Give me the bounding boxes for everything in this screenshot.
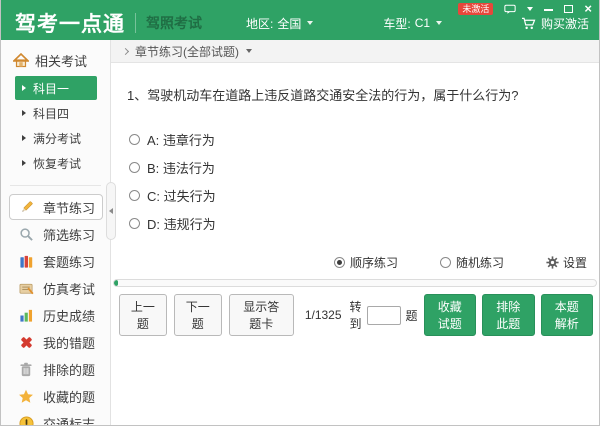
- analysis-button[interactable]: 本题解析: [540, 294, 593, 336]
- sidebar-item-full-score-exam[interactable]: 满分考试: [15, 126, 97, 150]
- bar-chart-icon: [18, 308, 34, 323]
- progress-bar: [113, 279, 597, 287]
- option-b-label: B: 违法行为: [147, 160, 215, 176]
- vehicle-value: C1: [414, 16, 431, 30]
- prev-question-button[interactable]: 上一题: [119, 294, 167, 336]
- cart-icon: [521, 17, 536, 29]
- arrow-right-icon: [22, 135, 26, 141]
- activation-badge[interactable]: 未激活: [458, 3, 494, 15]
- vehicle-label: 车型:: [383, 16, 411, 31]
- pencil-icon: [18, 200, 34, 215]
- close-button[interactable]: ×: [584, 2, 592, 15]
- breadcrumb[interactable]: 章节练习(全部试题): [111, 40, 599, 63]
- sidebar-item-filter-practice[interactable]: 筛选练习: [1, 221, 110, 248]
- settings-button[interactable]: 设置: [546, 254, 587, 271]
- goto-label: 转到: [349, 300, 362, 331]
- question-counter: 1/1325: [304, 308, 342, 322]
- buy-activation-label: 购买激活: [540, 16, 589, 31]
- arrow-right-icon: [22, 110, 26, 116]
- arrow-left-icon: [109, 208, 113, 214]
- goto-suffix: 题: [405, 308, 418, 323]
- sidebar-item-traffic-signs[interactable]: 交通标志: [1, 410, 110, 425]
- menu-caret-icon[interactable]: [527, 7, 534, 11]
- answer-card-button[interactable]: 显示答题卡: [228, 294, 294, 336]
- sidebar-item-simulation-exam[interactable]: 仿真考试: [1, 275, 110, 302]
- goto-input[interactable]: [366, 305, 401, 325]
- region-label: 地区:: [246, 16, 274, 31]
- exclude-question-button[interactable]: 排除此题: [482, 294, 535, 336]
- random-practice-radio[interactable]: 随机练习: [439, 254, 504, 271]
- feedback-icon[interactable]: [504, 4, 517, 15]
- sidebar-section-title: 相关考试: [35, 54, 88, 69]
- buy-activation-button[interactable]: 购买激活: [521, 15, 589, 32]
- main-content: 章节练习(全部试题) 1、驾驶机动车在道路上违反道路交通安全法的行为，属于什么行…: [111, 40, 599, 425]
- sidebar-item-subject1[interactable]: 科目一: [15, 76, 97, 100]
- books-icon: [18, 254, 34, 269]
- option-a[interactable]: A: 违章行为: [129, 133, 599, 148]
- chevron-down-icon: [246, 49, 252, 53]
- radio-icon: [439, 257, 451, 268]
- radio-icon: [129, 161, 140, 173]
- radio-icon: [129, 189, 140, 201]
- option-d[interactable]: D: 违规行为: [129, 217, 599, 232]
- next-question-button[interactable]: 下一题: [173, 294, 222, 336]
- bottom-toolbar: 上一题 下一题 显示答题卡 1/1325 转到 题 收藏试题 排除此题 本题解析: [111, 294, 599, 336]
- maximize-button[interactable]: [564, 5, 574, 13]
- vehicle-selector[interactable]: 车型: C1: [383, 15, 443, 32]
- option-b[interactable]: B: 违法行为: [129, 161, 599, 176]
- sequential-practice-radio[interactable]: 顺序练习: [333, 254, 398, 271]
- sidebar-item-favorite-questions[interactable]: 收藏的题: [1, 383, 110, 410]
- question-text: 1、驾驶机动车在道路上违反道路交通安全法的行为，属于什么行为?: [127, 88, 519, 103]
- minimize-button[interactable]: [544, 7, 554, 11]
- option-d-label: D: 违规行为: [147, 216, 216, 232]
- options-list: A: 违章行为 B: 违法行为 C: 过失行为 D: 违规行为: [111, 133, 599, 245]
- app-logo: 驾考一点通: [15, 13, 125, 36]
- sidebar-item-resume-exam[interactable]: 恢复考试: [15, 151, 97, 175]
- sidebar: 相关考试 科目一 科目四 满分考试 恢复考试 章节练习 筛选练习 套题练习 仿真…: [1, 40, 116, 425]
- option-a-label: A: 违章行为: [147, 132, 215, 148]
- breadcrumb-label: 章节练习(全部试题): [135, 44, 239, 59]
- sidebar-section-related-exams: 相关考试: [13, 51, 110, 70]
- star-icon: [18, 389, 34, 404]
- region-selector[interactable]: 地区: 全国: [246, 15, 314, 32]
- gear-icon: [546, 256, 559, 269]
- chevron-right-icon: [121, 47, 130, 55]
- region-value: 全国: [277, 16, 302, 31]
- sidebar-item-chapter-practice[interactable]: 章节练习: [9, 194, 103, 220]
- trash-icon: [18, 362, 34, 377]
- search-icon: [18, 227, 34, 242]
- red-cross-icon: [18, 335, 34, 350]
- chevron-down-icon: [307, 21, 314, 25]
- radio-checked-icon: [333, 257, 345, 268]
- app-window: 未激活 × 驾考一点通 驾照考试 地区: 全国 车型: C1 购买激活 相关考试…: [0, 0, 600, 426]
- favorite-question-button[interactable]: 收藏试题: [423, 294, 477, 336]
- home-icon: [13, 53, 29, 68]
- arrow-right-icon: [22, 85, 26, 91]
- logo-divider: [135, 13, 136, 33]
- sidebar-separator: [10, 185, 101, 186]
- title-bar: 未激活 × 驾考一点通 驾照考试 地区: 全国 车型: C1 购买激活: [1, 0, 599, 40]
- radio-icon: [129, 133, 140, 145]
- sidebar-item-subject4[interactable]: 科目四: [15, 101, 97, 125]
- option-c[interactable]: C: 过失行为: [129, 189, 599, 204]
- option-c-label: C: 过失行为: [147, 188, 216, 204]
- progress-fill: [114, 280, 118, 286]
- sidebar-item-set-practice[interactable]: 套题练习: [1, 248, 110, 275]
- sidebar-item-history-scores[interactable]: 历史成绩: [1, 302, 110, 329]
- warning-icon: [18, 416, 34, 425]
- goto-group: 转到 题: [350, 298, 418, 332]
- app-subtitle: 驾照考试: [146, 15, 202, 31]
- sidebar-item-my-mistakes[interactable]: 我的错题: [1, 329, 110, 356]
- chevron-down-icon: [436, 21, 443, 25]
- sidebar-collapse-handle[interactable]: [106, 182, 116, 240]
- practice-mode-row: 顺序练习 随机练习 设置: [111, 254, 587, 271]
- notepad-icon: [18, 281, 34, 296]
- arrow-right-icon: [22, 160, 26, 166]
- sidebar-item-excluded-questions[interactable]: 排除的题: [1, 356, 110, 383]
- window-controls: 未激活 ×: [458, 2, 592, 15]
- radio-icon: [129, 217, 140, 229]
